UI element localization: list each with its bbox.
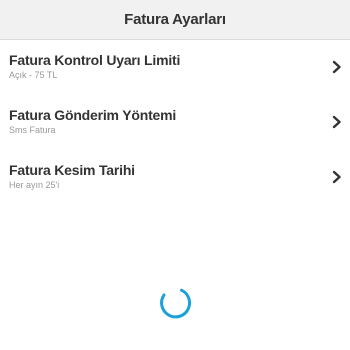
setting-row-control-limit[interactable]: Fatura Kontrol Uyarı Limiti Açık - 75 TL [0,40,350,95]
chevron-right-icon [332,170,341,184]
chevron-right-icon [332,60,341,74]
setting-value: Açık - 75 TL [9,70,58,80]
setting-title: Fatura Kontrol Uyarı Limiti [9,52,181,68]
setting-title: Fatura Gönderim Yöntemi [9,107,177,123]
page-title: Fatura Ayarları [124,11,226,28]
settings-list: Fatura Kontrol Uyarı Limiti Açık - 75 TL… [0,40,350,205]
loading-spinner-icon [160,288,192,319]
setting-value: Her ayın 25'i [9,180,60,190]
setting-value: Sms Fatura [9,125,56,135]
setting-row-billing-date[interactable]: Fatura Kesim Tarihi Her ayın 25'i [0,150,350,205]
chevron-right-icon [332,115,341,129]
setting-row-delivery-method[interactable]: Fatura Gönderim Yöntemi Sms Fatura [0,95,350,150]
setting-title: Fatura Kesim Tarihi [9,162,135,178]
page-header: Fatura Ayarları [0,0,350,40]
